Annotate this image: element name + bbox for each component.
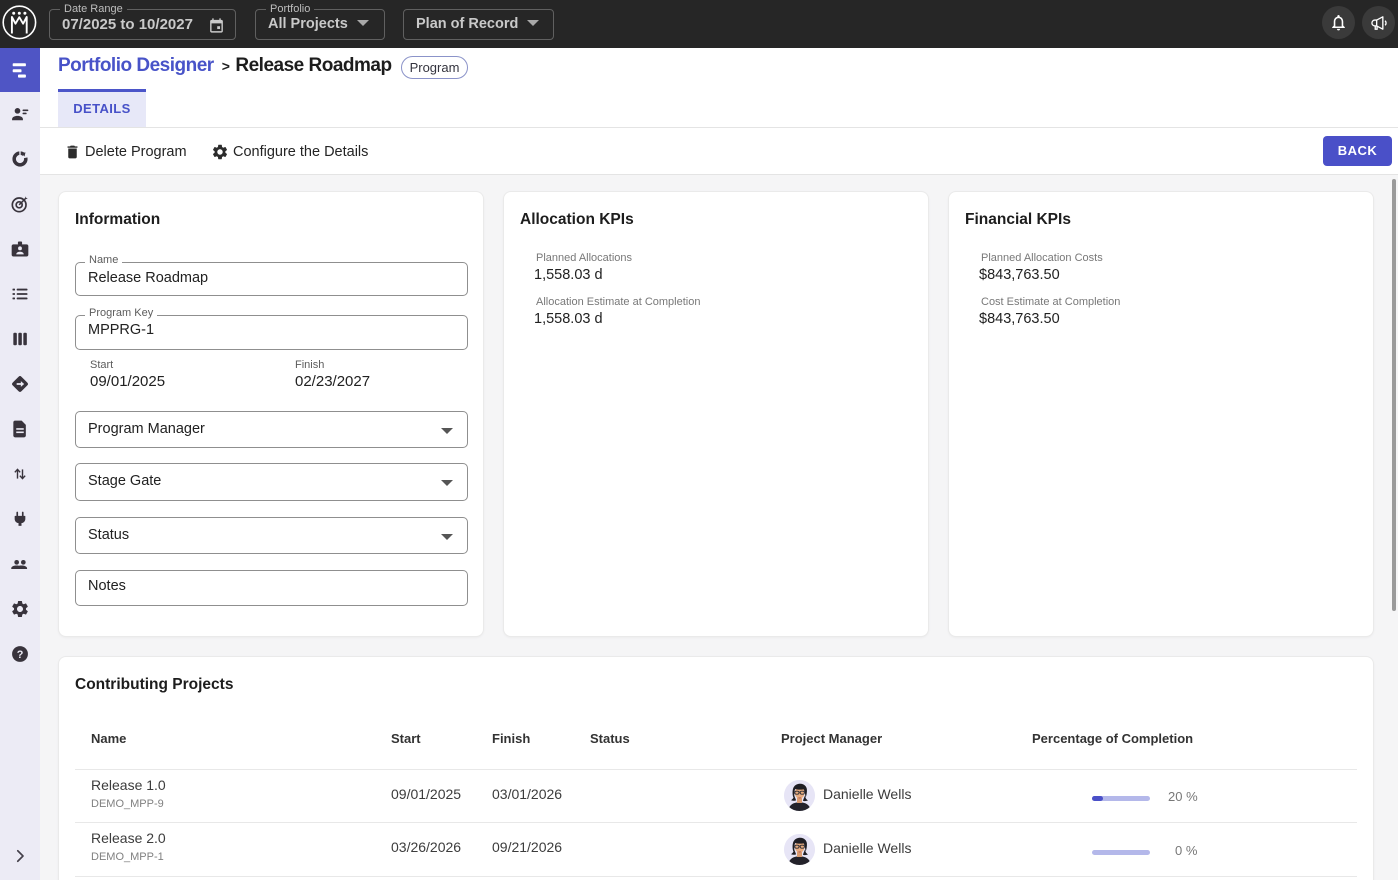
svg-text:?: ? bbox=[17, 649, 24, 661]
